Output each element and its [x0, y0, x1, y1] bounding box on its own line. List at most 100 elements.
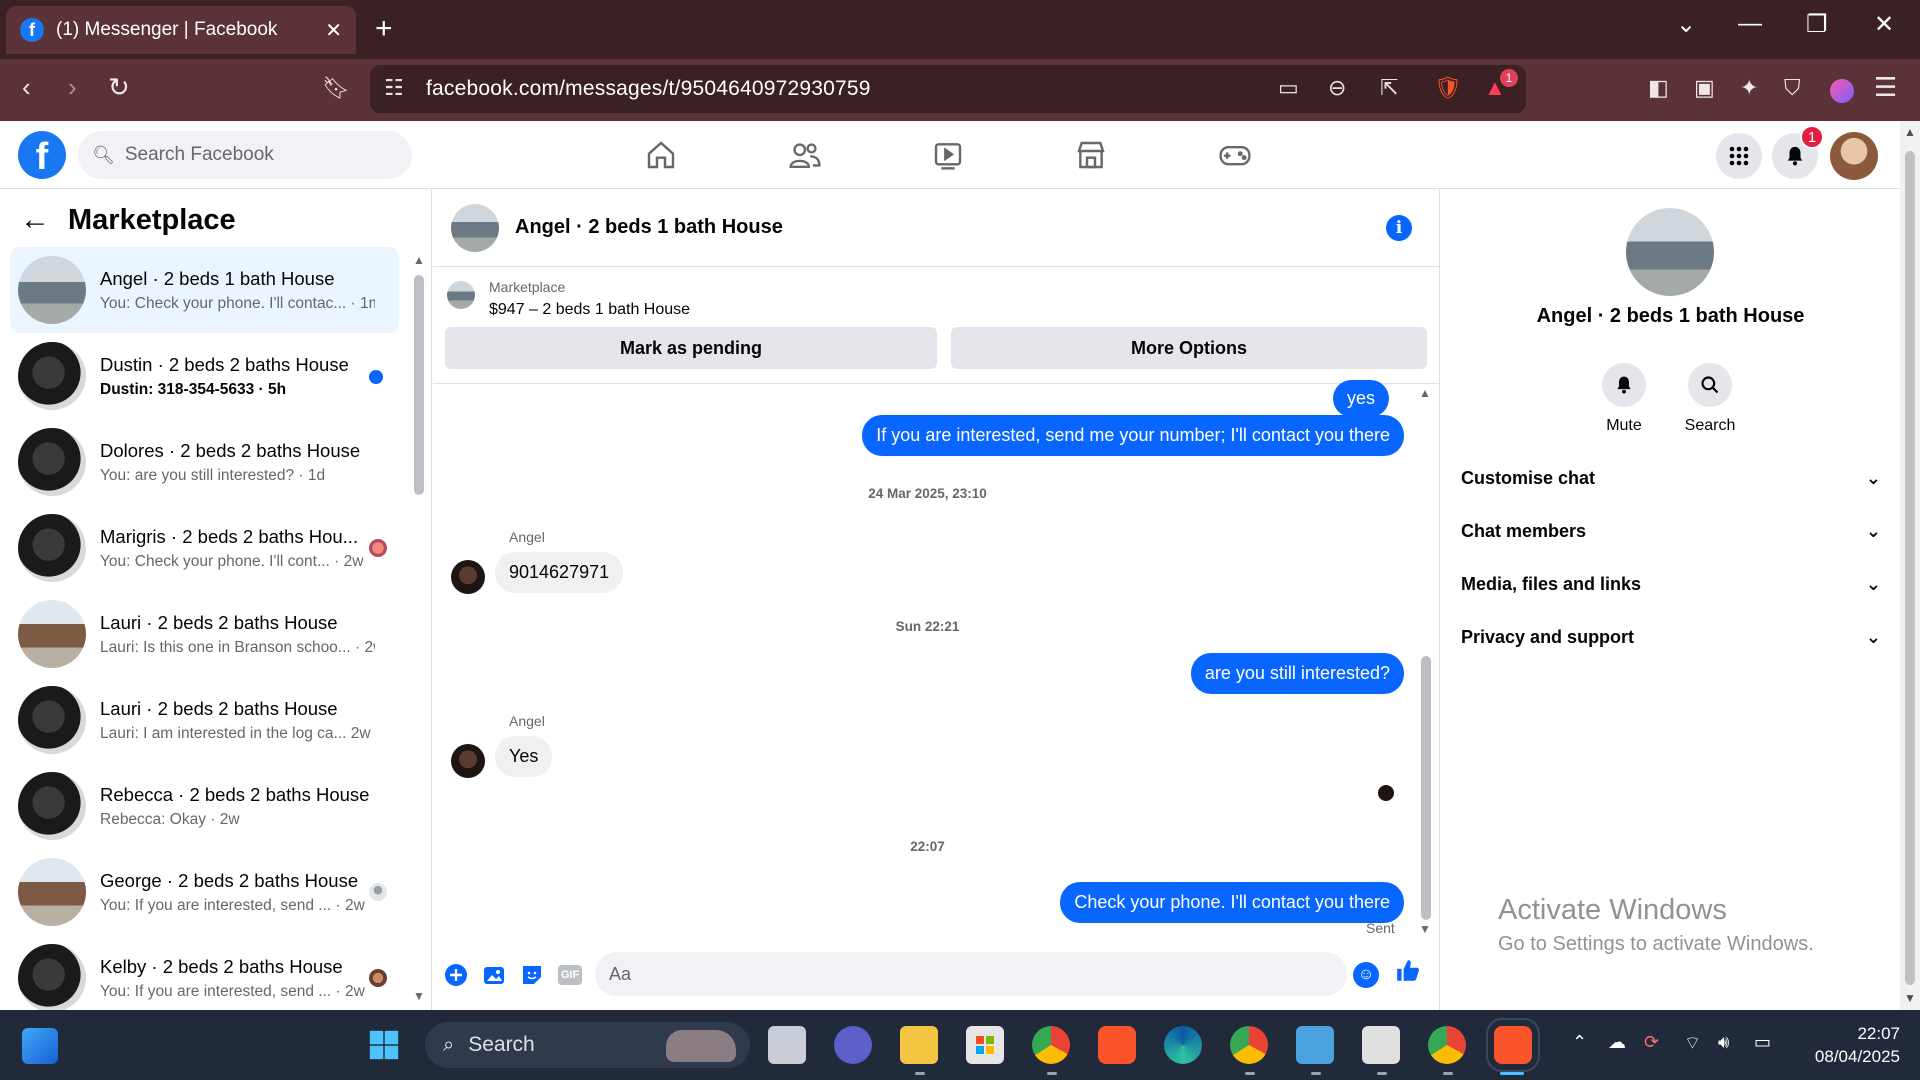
- sidebar-toggle-icon[interactable]: ◧: [1648, 75, 1669, 101]
- notepad-icon[interactable]: [1296, 1026, 1334, 1064]
- file-explorer-icon[interactable]: [900, 1026, 938, 1064]
- friends-nav-icon[interactable]: [780, 135, 830, 175]
- wifi-icon[interactable]: ⌔: [1684, 1032, 1701, 1055]
- attach-photo-icon[interactable]: [481, 962, 507, 988]
- page-scrollbar[interactable]: ▲ ▼: [1900, 121, 1920, 1010]
- more-options-button[interactable]: More Options: [951, 327, 1427, 369]
- widgets-icon[interactable]: [22, 1028, 58, 1064]
- outgoing-message[interactable]: are you still interested?: [1190, 653, 1404, 694]
- restore-icon[interactable]: ❐: [1806, 10, 1828, 39]
- tray-chevron-up-icon[interactable]: ⌃: [1572, 1032, 1587, 1053]
- chat-avatar[interactable]: [451, 203, 499, 252]
- conversation-item-george[interactable]: George · 2 beds 2 baths House You: If yo…: [10, 849, 399, 935]
- conversation-item-marigris[interactable]: Marigris · 2 beds 2 baths Hou... You: Ch…: [10, 505, 399, 591]
- conversation-item-kelby[interactable]: Kelby · 2 beds 2 baths House You: If you…: [10, 935, 399, 1010]
- chat-scrollbar[interactable]: [1421, 656, 1431, 920]
- mark-as-pending-button[interactable]: Mark as pending: [445, 327, 937, 369]
- start-windows-icon[interactable]: [365, 1026, 403, 1064]
- facebook-search[interactable]: 🔍︎ Search Facebook: [78, 131, 412, 179]
- reload-icon[interactable]: ↻: [108, 72, 130, 103]
- address-bar[interactable]: ☷ facebook.com/messages/t/95046409729307…: [370, 65, 1526, 113]
- contact-avatar[interactable]: [1626, 208, 1714, 296]
- media-files-links-section[interactable]: Media, files and links ⌄: [1461, 562, 1881, 606]
- edge-icon[interactable]: [1164, 1026, 1202, 1064]
- marketplace-nav-icon[interactable]: [1066, 135, 1116, 175]
- conversation-item-dustin[interactable]: Dustin · 2 beds 2 baths House Dustin: 31…: [10, 333, 399, 419]
- scroll-down-arrow-icon[interactable]: ▼: [1419, 922, 1431, 936]
- page-scrollbar-thumb[interactable]: [1905, 151, 1915, 985]
- wallet-icon[interactable]: ▣: [1694, 75, 1715, 101]
- volume-icon[interactable]: 🔊︎: [1718, 1032, 1729, 1053]
- taskbar-search[interactable]: ⌕ Search: [425, 1022, 750, 1068]
- privacy-support-section[interactable]: Privacy and support ⌄: [1461, 615, 1881, 659]
- brave-shields-icon[interactable]: 🛡︎: [1434, 75, 1462, 101]
- task-view-icon[interactable]: [768, 1026, 806, 1064]
- search-in-chat-button[interactable]: Search: [1670, 363, 1750, 435]
- conversation-item-lauri-1[interactable]: Lauri · 2 beds 2 baths House Lauri: Is t…: [10, 591, 399, 677]
- profile-icon[interactable]: [1830, 79, 1854, 103]
- emoji-icon[interactable]: ☺: [1353, 962, 1379, 988]
- brave-icon[interactable]: [1098, 1026, 1136, 1064]
- like-thumbs-up-icon[interactable]: [1395, 958, 1421, 984]
- more-actions-plus-icon[interactable]: [443, 962, 469, 988]
- close-window-icon[interactable]: ✕: [1874, 10, 1894, 39]
- conversation-item-lauri-2[interactable]: Lauri · 2 beds 2 baths House Lauri: I am…: [10, 677, 399, 763]
- sender-avatar[interactable]: [451, 560, 485, 594]
- sticker-icon[interactable]: [519, 962, 545, 988]
- home-nav-icon[interactable]: [636, 135, 686, 175]
- chat-members-section[interactable]: Chat members ⌄: [1461, 509, 1881, 553]
- vpn-icon[interactable]: ⛉: [1784, 75, 1801, 101]
- listing-thumbnail[interactable]: [447, 281, 475, 309]
- chrome-profile-icon[interactable]: [1230, 1026, 1268, 1064]
- site-settings-icon[interactable]: ☷: [384, 75, 404, 101]
- conversation-list-scrollbar[interactable]: [414, 275, 424, 495]
- scroll-up-arrow-icon[interactable]: ▲: [1419, 386, 1431, 400]
- conversation-item-dolores[interactable]: Dolores · 2 beds 2 baths House You: are …: [10, 419, 399, 505]
- zoom-out-icon[interactable]: ⊖: [1328, 75, 1346, 101]
- customise-chat-section[interactable]: Customise chat ⌄: [1461, 456, 1881, 500]
- scroll-down-arrow-icon[interactable]: ▼: [413, 989, 425, 1003]
- gaming-nav-icon[interactable]: [1210, 135, 1260, 175]
- teams-chat-icon[interactable]: [834, 1026, 872, 1064]
- message-input[interactable]: [595, 952, 1347, 996]
- bookmark-icon[interactable]: 🔖︎: [322, 75, 350, 101]
- cast-icon[interactable]: ▭: [1278, 75, 1299, 101]
- back-icon[interactable]: ‹: [22, 72, 31, 103]
- brave-active-icon[interactable]: [1486, 1018, 1540, 1072]
- forward-icon[interactable]: ›: [68, 72, 77, 103]
- incoming-message[interactable]: Yes: [495, 736, 553, 777]
- chat-title[interactable]: Angel · 2 beds 1 bath House: [515, 216, 783, 239]
- menu-grid-icon[interactable]: [1716, 133, 1762, 179]
- scroll-up-arrow-icon[interactable]: ▲: [413, 253, 425, 267]
- snipping-tool-icon[interactable]: [1362, 1026, 1400, 1064]
- watch-nav-icon[interactable]: [923, 135, 973, 175]
- outgoing-message[interactable]: If you are interested, send me your numb…: [862, 415, 1404, 456]
- account-avatar[interactable]: [1830, 132, 1878, 180]
- share-icon[interactable]: ⇱: [1380, 75, 1398, 101]
- back-arrow-icon[interactable]: ←: [20, 203, 50, 237]
- sync-icon[interactable]: ⟳: [1644, 1032, 1659, 1053]
- info-icon[interactable]: i: [1386, 215, 1412, 241]
- new-tab-icon[interactable]: +: [375, 12, 393, 46]
- close-tab-icon[interactable]: ✕: [325, 18, 342, 43]
- battery-icon[interactable]: ▭: [1754, 1032, 1771, 1053]
- scroll-down-arrow-icon[interactable]: ▼: [1904, 991, 1916, 1005]
- menu-icon[interactable]: ☰: [1874, 72, 1897, 103]
- outgoing-message[interactable]: Check your phone. I'll contact you there: [1060, 882, 1404, 923]
- facebook-logo-icon[interactable]: f: [18, 131, 66, 179]
- system-clock[interactable]: 22:07 08/04/2025: [1800, 1022, 1900, 1068]
- conversation-item-rebecca[interactable]: Rebecca · 2 beds 2 baths House Rebecca: …: [10, 763, 399, 849]
- listing-price-title[interactable]: $947 – 2 beds 1 bath House: [489, 301, 690, 319]
- conversation-item-angel[interactable]: Angel · 2 beds 1 bath House You: Check y…: [10, 247, 399, 333]
- leo-ai-icon[interactable]: ✦: [1740, 75, 1758, 101]
- sender-avatar[interactable]: [451, 744, 485, 778]
- onedrive-cloud-icon[interactable]: ☁: [1608, 1032, 1626, 1053]
- incoming-message[interactable]: 9014627971: [495, 552, 624, 593]
- tab-search-chevron-icon[interactable]: ⌄: [1676, 10, 1696, 39]
- outgoing-message[interactable]: yes: [1332, 380, 1389, 417]
- browser-tab[interactable]: f (1) Messenger | Facebook ✕: [6, 6, 356, 54]
- gif-icon[interactable]: GIF: [557, 962, 583, 988]
- chrome-profile-e-icon[interactable]: [1428, 1026, 1466, 1064]
- chrome-icon[interactable]: [1032, 1026, 1070, 1064]
- mute-button[interactable]: Mute: [1584, 363, 1664, 435]
